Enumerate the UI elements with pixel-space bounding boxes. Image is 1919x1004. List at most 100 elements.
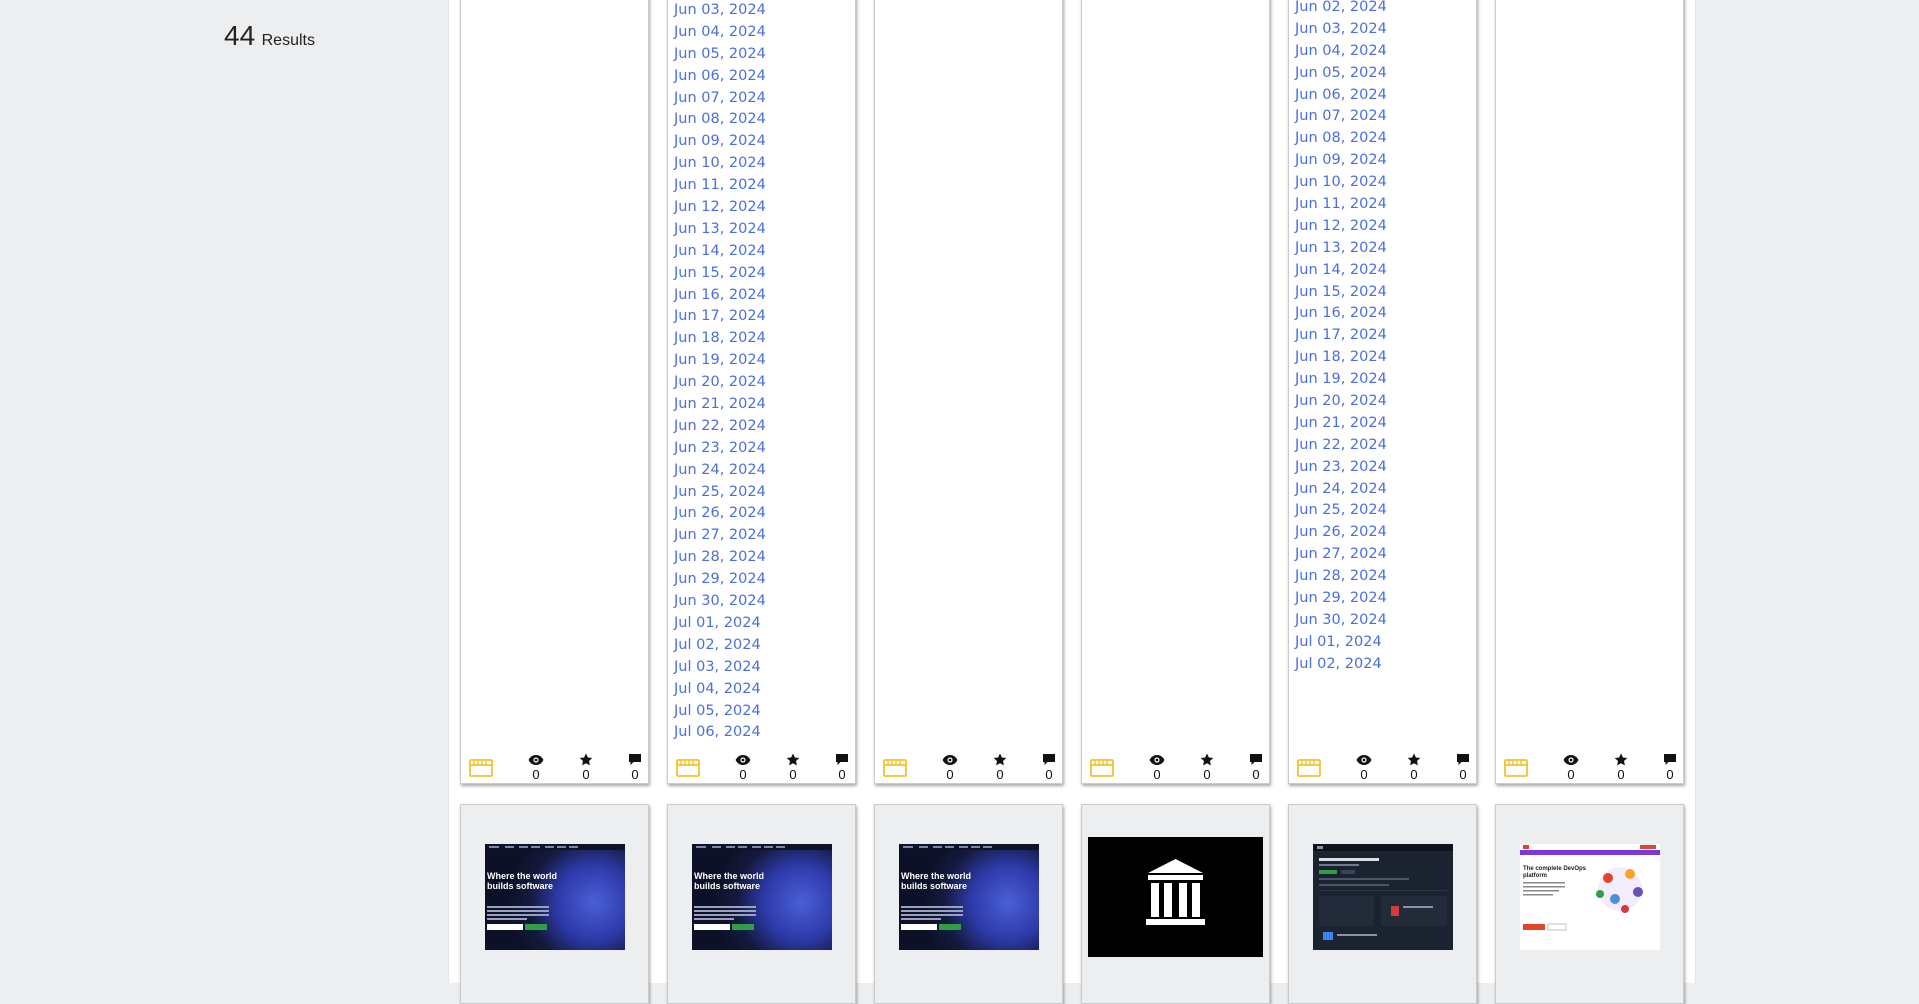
stars-stat[interactable]: 0 [1197, 753, 1217, 783]
date-link[interactable]: Jul 01, 2024 [1295, 632, 1387, 654]
date-link[interactable]: Jun 26, 2024 [674, 503, 766, 525]
date-link[interactable]: Jun 05, 2024 [1295, 63, 1387, 85]
date-link[interactable]: Jun 08, 2024 [674, 109, 766, 131]
result-card[interactable]: Where the world builds software [460, 804, 649, 1004]
date-link[interactable]: Jun 10, 2024 [1295, 172, 1387, 194]
date-link[interactable]: Jun 12, 2024 [1295, 216, 1387, 238]
date-link[interactable]: Jun 07, 2024 [1295, 106, 1387, 128]
date-link[interactable]: Jun 12, 2024 [674, 197, 766, 219]
comments-stat[interactable]: 0 [832, 753, 852, 783]
date-link[interactable]: Jun 04, 2024 [674, 22, 766, 44]
result-card[interactable] [1288, 804, 1477, 1004]
thumbnail-image[interactable]: Where the world builds software [899, 844, 1039, 950]
date-link[interactable]: Jun 17, 2024 [674, 306, 766, 328]
views-stat[interactable]: 0 [733, 754, 753, 783]
date-link[interactable]: Jun 05, 2024 [674, 44, 766, 66]
date-link[interactable]: Jun 08, 2024 [1295, 128, 1387, 150]
date-link[interactable]: Jun 19, 2024 [674, 350, 766, 372]
date-link[interactable]: Jun 21, 2024 [674, 394, 766, 416]
result-card[interactable]: The complete DevOps platform [1495, 804, 1684, 1004]
date-link[interactable]: Jun 19, 2024 [1295, 369, 1387, 391]
date-link[interactable]: Jun 16, 2024 [674, 285, 766, 307]
date-link[interactable]: Jun 15, 2024 [1295, 282, 1387, 304]
date-link[interactable]: Jun 20, 2024 [674, 372, 766, 394]
date-link[interactable]: Jun 14, 2024 [674, 241, 766, 263]
date-link[interactable]: Jun 06, 2024 [1295, 85, 1387, 107]
result-card[interactable] [1081, 804, 1270, 1004]
views-stat[interactable]: 0 [1147, 754, 1167, 783]
result-card[interactable]: Where the world builds software [874, 804, 1063, 1004]
views-stat[interactable]: 0 [1354, 754, 1374, 783]
date-link[interactable]: Jun 11, 2024 [1295, 194, 1387, 216]
date-link[interactable]: Jun 30, 2024 [1295, 610, 1387, 632]
views-stat[interactable]: 0 [1561, 754, 1581, 783]
date-link[interactable]: Jul 06, 2024 [674, 722, 766, 744]
date-link[interactable]: Jun 02, 2024 [1295, 0, 1387, 19]
date-link[interactable]: Jun 26, 2024 [1295, 522, 1387, 544]
date-link[interactable]: Jun 15, 2024 [674, 263, 766, 285]
date-link[interactable]: Jun 30, 2024 [674, 591, 766, 613]
date-link[interactable]: Jun 22, 2024 [674, 416, 766, 438]
result-card[interactable]: Jun 02, 2024 Jun 03, 2024 Jun 04, 2024 Jun … [1288, 0, 1477, 784]
date-link[interactable]: Jun 24, 2024 [1295, 479, 1387, 501]
date-link[interactable]: Jun 25, 2024 [674, 482, 766, 504]
thumbnail-image[interactable] [1313, 844, 1453, 950]
date-link[interactable]: Jun 09, 2024 [1295, 150, 1387, 172]
date-link[interactable]: Jun 14, 2024 [1295, 260, 1387, 282]
result-card[interactable]: 0 0 0 [874, 0, 1063, 784]
date-link[interactable]: Jun 20, 2024 [1295, 391, 1387, 413]
stars-stat[interactable]: 0 [1404, 753, 1424, 783]
date-link[interactable]: Jul 05, 2024 [674, 701, 766, 723]
stars-stat[interactable]: 0 [783, 753, 803, 783]
date-link[interactable]: Jun 23, 2024 [1295, 457, 1387, 479]
date-link[interactable]: Jun 03, 2024 [674, 0, 766, 22]
result-card[interactable]: 0 0 0 [460, 0, 649, 784]
thumbnail-image[interactable]: Where the world builds software [485, 844, 625, 950]
date-link[interactable]: Jun 21, 2024 [1295, 413, 1387, 435]
date-link[interactable]: Jun 17, 2024 [1295, 325, 1387, 347]
comments-stat[interactable]: 0 [625, 753, 645, 783]
date-link[interactable]: Jun 13, 2024 [1295, 238, 1387, 260]
stars-stat[interactable]: 0 [576, 753, 596, 783]
date-link[interactable]: Jun 18, 2024 [674, 328, 766, 350]
date-link[interactable]: Jun 27, 2024 [674, 525, 766, 547]
stars-stat[interactable]: 0 [1611, 753, 1631, 783]
date-link[interactable]: Jun 09, 2024 [674, 131, 766, 153]
date-link[interactable]: Jul 02, 2024 [674, 635, 766, 657]
date-link[interactable]: Jun 29, 2024 [1295, 588, 1387, 610]
date-link[interactable]: Jun 03, 2024 [1295, 19, 1387, 41]
thumbnail-image[interactable]: Where the world builds software [692, 844, 832, 950]
date-link[interactable]: Jun 25, 2024 [1295, 500, 1387, 522]
date-link[interactable]: Jun 27, 2024 [1295, 544, 1387, 566]
date-link[interactable]: Jun 28, 2024 [1295, 566, 1387, 588]
date-link[interactable]: Jun 28, 2024 [674, 547, 766, 569]
date-link[interactable]: Jul 03, 2024 [674, 657, 766, 679]
date-link[interactable]: Jun 22, 2024 [1295, 435, 1387, 457]
date-link[interactable]: Jun 18, 2024 [1295, 347, 1387, 369]
comments-stat[interactable]: 0 [1660, 753, 1680, 783]
views-stat[interactable]: 0 [526, 754, 546, 783]
comments-stat[interactable]: 0 [1039, 753, 1059, 783]
date-link[interactable]: Jun 13, 2024 [674, 219, 766, 241]
date-link[interactable]: Jun 16, 2024 [1295, 303, 1387, 325]
date-link[interactable]: Jun 10, 2024 [674, 153, 766, 175]
result-card[interactable]: 0 0 0 [1081, 0, 1270, 784]
views-stat[interactable]: 0 [940, 754, 960, 783]
result-card[interactable]: 0 0 0 [1495, 0, 1684, 784]
date-link[interactable]: Jun 23, 2024 [674, 438, 766, 460]
date-link[interactable]: Jul 04, 2024 [674, 679, 766, 701]
date-link[interactable]: Jul 02, 2024 [1295, 654, 1387, 676]
date-link[interactable]: Jun 06, 2024 [674, 66, 766, 88]
comments-stat[interactable]: 0 [1453, 753, 1473, 783]
date-link[interactable]: Jul 01, 2024 [674, 613, 766, 635]
thumbnail-image[interactable] [1088, 837, 1263, 957]
thumbnail-image[interactable]: The complete DevOps platform [1520, 844, 1660, 950]
date-link[interactable]: Jun 07, 2024 [674, 88, 766, 110]
date-link[interactable]: Jun 04, 2024 [1295, 41, 1387, 63]
date-link[interactable]: Jun 29, 2024 [674, 569, 766, 591]
stars-stat[interactable]: 0 [990, 753, 1010, 783]
result-card[interactable]: Where the world builds software [667, 804, 856, 1004]
comments-stat[interactable]: 0 [1246, 753, 1266, 783]
date-link[interactable]: Jun 24, 2024 [674, 460, 766, 482]
date-link[interactable]: Jun 11, 2024 [674, 175, 766, 197]
